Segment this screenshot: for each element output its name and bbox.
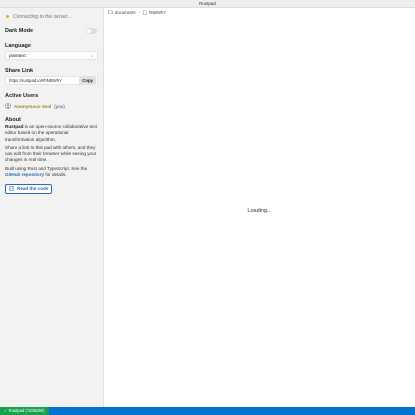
user-list-item: Anonymous Seal (you) bbox=[5, 103, 98, 109]
dark-mode-label: Dark Mode bbox=[5, 27, 34, 34]
chevron-down-icon: ⌄ bbox=[89, 53, 94, 58]
user-icon bbox=[5, 103, 11, 109]
breadcrumb-folder[interactable]: documents bbox=[115, 10, 135, 15]
status-dot-icon bbox=[6, 15, 9, 18]
read-code-label: Read the code bbox=[17, 186, 49, 192]
status-version[interactable]: ✓ Rustpad (7d36d90) bbox=[0, 407, 49, 415]
about-paragraph-3: Built using Rust and TypeScript. See the… bbox=[5, 166, 98, 179]
about-paragraph-1: Rustpad is an open-source collaborative … bbox=[5, 124, 98, 143]
breadcrumb-file[interactable]: hNBWhY bbox=[149, 10, 166, 15]
about-section: Rustpad is an open-source collaborative … bbox=[5, 124, 98, 178]
code-icon bbox=[9, 186, 14, 192]
connection-status-text: Connecting to the server... bbox=[13, 13, 72, 20]
share-link-url[interactable]: https://rustpad.io/#hNBWhY bbox=[9, 78, 79, 83]
github-repository-link[interactable]: GitHub repository bbox=[5, 172, 44, 177]
read-code-button[interactable]: Read the code bbox=[5, 183, 53, 194]
window-title-bar: Rustpad bbox=[0, 0, 415, 8]
share-link-field[interactable]: https://rustpad.io/#hNBWhY Copy bbox=[5, 76, 98, 85]
loading-text: Loading... bbox=[247, 208, 272, 214]
share-link-title: Share Link bbox=[5, 68, 34, 74]
language-select[interactable]: plaintext ⌄ bbox=[5, 51, 98, 60]
editor-area: documents › hNBWhY Loading... bbox=[104, 8, 415, 407]
folder-icon bbox=[108, 10, 113, 14]
breadcrumb-separator: › bbox=[138, 9, 140, 15]
window-title: Rustpad bbox=[199, 1, 216, 6]
copy-button[interactable]: Copy bbox=[79, 77, 96, 84]
status-bar: ✓ Rustpad (7d36d90) bbox=[0, 407, 415, 415]
breadcrumb: documents › hNBWhY bbox=[104, 8, 415, 16]
about-text-3b: for details. bbox=[44, 172, 67, 178]
user-name: Anonymous Seal bbox=[14, 103, 52, 109]
sidebar: Connecting to the server... Dark Mode La… bbox=[0, 8, 104, 407]
user-you-tag: (you) bbox=[54, 103, 65, 109]
toggle-knob bbox=[87, 28, 91, 33]
active-users-title: Active Users bbox=[5, 93, 39, 99]
language-selected-value: plaintext bbox=[9, 53, 26, 58]
language-title: Language bbox=[5, 43, 31, 49]
about-text-3a: Built using Rust and TypeScript. See the bbox=[5, 165, 88, 171]
about-title: About bbox=[5, 117, 21, 123]
file-icon bbox=[143, 9, 147, 15]
dark-mode-toggle[interactable] bbox=[86, 27, 97, 34]
about-app-name: Rustpad bbox=[5, 124, 24, 129]
connection-status: Connecting to the server... bbox=[5, 9, 98, 24]
about-paragraph-2: Share a link to this pad with others, an… bbox=[5, 144, 97, 163]
dark-mode-row: Dark Mode bbox=[5, 26, 98, 35]
